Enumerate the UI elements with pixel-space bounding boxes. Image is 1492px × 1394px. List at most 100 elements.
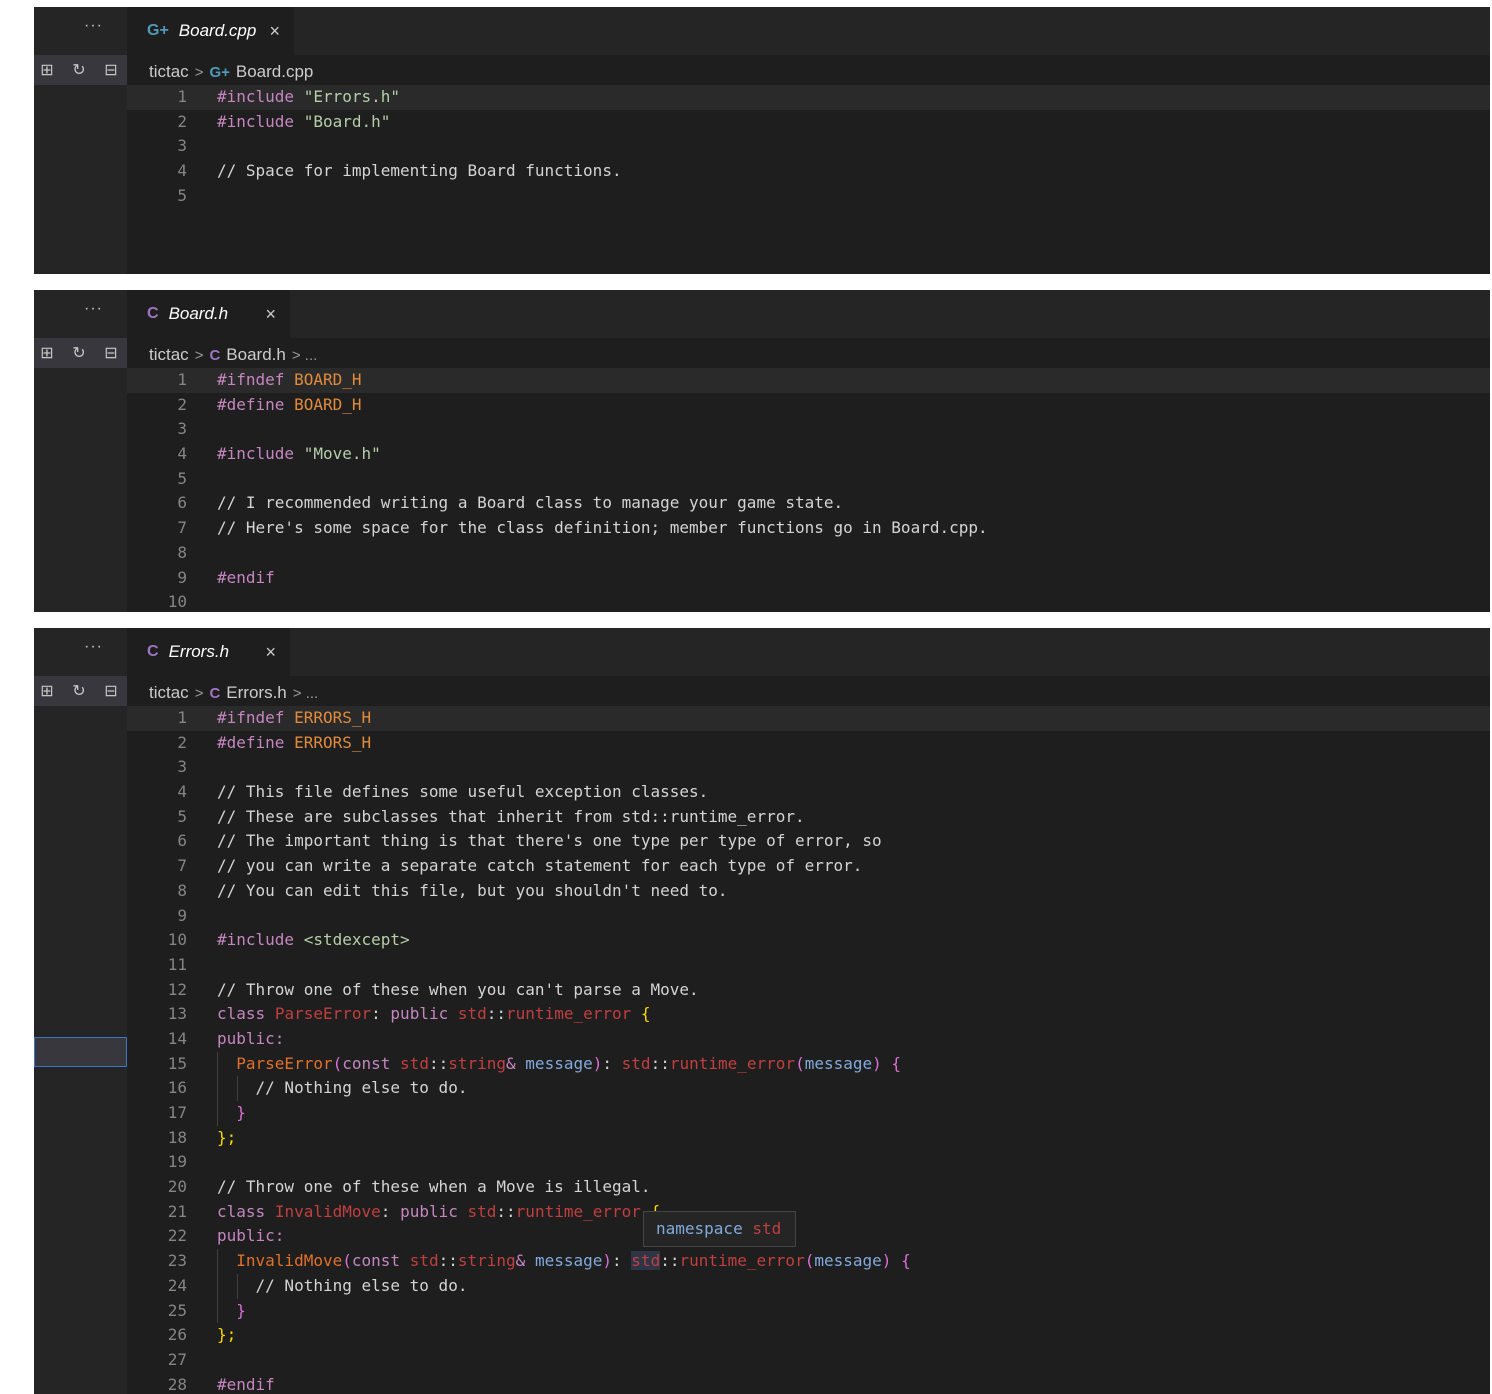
line-number: 14 xyxy=(167,1028,187,1048)
line-text: } xyxy=(217,1103,246,1122)
line-number: 16 xyxy=(167,1078,187,1098)
line-text: #define BOARD_H xyxy=(217,394,362,414)
line-text: class ParseError: public std::runtime_er… xyxy=(217,1004,651,1024)
tab-filename: Errors.h xyxy=(168,642,230,661)
line-text: // you can write a separate catch statem… xyxy=(217,856,863,876)
line-number: 19 xyxy=(167,1152,187,1172)
code-line: 14 public: xyxy=(127,1027,1490,1052)
collapse-icon[interactable]: ⊟ xyxy=(100,681,122,701)
c-header-file-icon: C xyxy=(147,305,159,322)
line-number: 1 xyxy=(177,87,187,106)
tab-board-cpp[interactable]: G+ Board.cpp × xyxy=(127,7,294,55)
code-line: 7 // you can write a separate catch state… xyxy=(127,854,1490,879)
code-line: 7 // Here's some space for the class defi… xyxy=(127,516,1490,541)
explorer-toolbar: ⊞ ↻ ⊟ xyxy=(34,55,127,85)
line-number: 4 xyxy=(177,444,187,464)
code-line: 23 InvalidMove(const std::string& messag… xyxy=(127,1249,1490,1274)
line-number: 23 xyxy=(167,1251,187,1271)
code-line: 21 class InvalidMove: public std::runtime… xyxy=(127,1200,1490,1225)
line-number: 7 xyxy=(177,518,187,538)
line-text: // Throw one of these when you can't par… xyxy=(217,979,699,999)
tab-errors-h[interactable]: C Errors.h × xyxy=(127,628,290,676)
collapse-icon[interactable]: ⊟ xyxy=(100,60,122,80)
line-text: InvalidMove(const std::string& message):… xyxy=(236,1251,911,1271)
new-folder-icon[interactable]: ⊞ xyxy=(36,681,58,701)
chevron-right-icon: > xyxy=(194,63,204,81)
code-editor[interactable]: 1 #ifndef ERRORS_H 2 #define ERRORS_H 3 4 /… xyxy=(127,706,1490,1394)
line-number: 10 xyxy=(167,930,187,950)
breadcrumb-more[interactable]: > ... xyxy=(293,685,318,702)
line-number: 9 xyxy=(177,905,187,925)
line-text: // Nothing else to do. xyxy=(217,1078,468,1098)
code-line: 4 // This file defines some useful except… xyxy=(127,780,1490,805)
code-line: 5 xyxy=(127,184,1490,209)
code-line: 1 #ifndef BOARD_H xyxy=(127,368,1490,393)
code-line: 16 // Nothing else to do. xyxy=(127,1076,1490,1101)
code-line: 9 xyxy=(127,904,1490,929)
line-number: 11 xyxy=(167,954,187,974)
code-line: 10 #include <stdexcept> xyxy=(127,928,1490,953)
line-number: 2 xyxy=(177,732,187,752)
line-number: 28 xyxy=(167,1374,187,1394)
line-text: // I recommended writing a Board class t… xyxy=(217,493,844,513)
code-line: 2 #define BOARD_H xyxy=(127,393,1490,418)
line-number: 6 xyxy=(177,831,187,851)
code-line: 4 #include "Move.h" xyxy=(127,442,1490,467)
editor-panel-board-h: ··· ⊞ ↻ ⊟ C Board.h × tictac > C Board.h… xyxy=(34,290,1490,612)
editor-panel-errors-h: ··· ⊞ ↻ ⊟ C Errors.h × tictac > C Errors… xyxy=(34,628,1490,1394)
refresh-icon[interactable]: ↻ xyxy=(68,681,90,701)
line-number: 9 xyxy=(177,567,187,587)
more-actions-button[interactable]: ··· xyxy=(84,638,103,656)
line-text: // Here's some space for the class defin… xyxy=(217,518,988,538)
line-text: #include "Move.h" xyxy=(217,444,381,464)
code-line: 3 xyxy=(127,134,1490,159)
breadcrumb-file[interactable]: Errors.h xyxy=(226,683,286,703)
breadcrumb: tictac > C Errors.h > ... xyxy=(127,680,318,706)
close-tab-icon[interactable]: × xyxy=(265,642,276,663)
refresh-icon[interactable]: ↻ xyxy=(68,60,90,80)
explorer-selected-item[interactable] xyxy=(34,1037,127,1067)
tab-filename: Board.h xyxy=(168,304,229,323)
line-number: 17 xyxy=(167,1103,187,1122)
line-text: class InvalidMove: public std::runtime_e… xyxy=(217,1201,660,1221)
new-folder-icon[interactable]: ⊞ xyxy=(36,343,58,363)
breadcrumb-more[interactable]: > ... xyxy=(292,347,317,364)
code-line: 18}; xyxy=(127,1126,1490,1151)
explorer-sidebar: ··· ⊞ ↻ ⊟ xyxy=(34,628,127,1394)
refresh-icon[interactable]: ↻ xyxy=(68,343,90,363)
code-editor[interactable]: 1 #include "Errors.h" 2 #include "Board.h"… xyxy=(127,85,1490,208)
breadcrumb-folder[interactable]: tictac xyxy=(149,62,189,82)
code-line: 6 // The important thing is that there's … xyxy=(127,829,1490,854)
line-text: // Throw one of these when a Move is ill… xyxy=(217,1177,651,1197)
line-number: 4 xyxy=(177,161,187,181)
breadcrumb-file[interactable]: Board.cpp xyxy=(236,62,314,82)
line-number: 3 xyxy=(177,136,187,156)
code-line: 8 xyxy=(127,541,1490,566)
line-number: 3 xyxy=(177,757,187,777)
close-tab-icon[interactable]: × xyxy=(265,304,276,325)
tooltip-keyword: namespace xyxy=(656,1219,743,1238)
c-header-file-icon: C xyxy=(209,684,221,702)
more-actions-button[interactable]: ··· xyxy=(84,17,103,35)
line-text: #define ERRORS_H xyxy=(217,732,372,752)
line-number: 6 xyxy=(177,493,187,513)
collapse-icon[interactable]: ⊟ xyxy=(100,343,122,363)
new-folder-icon[interactable]: ⊞ xyxy=(36,60,58,80)
more-actions-button[interactable]: ··· xyxy=(84,300,103,318)
explorer-sidebar: ··· ⊞ ↻ ⊟ xyxy=(34,290,127,612)
breadcrumb-file[interactable]: Board.h xyxy=(226,345,286,365)
code-editor[interactable]: 1 #ifndef BOARD_H 2 #define BOARD_H 3 4 #in… xyxy=(127,368,1490,612)
chevron-right-icon: > xyxy=(194,346,204,364)
breadcrumb-folder[interactable]: tictac xyxy=(149,345,189,365)
code-line: 3 xyxy=(127,417,1490,442)
line-text: // Nothing else to do. xyxy=(217,1275,468,1295)
line-number: 26 xyxy=(167,1325,187,1345)
tab-board-h[interactable]: C Board.h × xyxy=(127,290,290,338)
code-line: 27 xyxy=(127,1348,1490,1373)
close-tab-icon[interactable]: × xyxy=(269,21,280,42)
breadcrumb-folder[interactable]: tictac xyxy=(149,683,189,703)
line-text: #endif xyxy=(217,567,275,587)
line-text: #include "Errors.h" xyxy=(217,87,401,106)
line-number: 21 xyxy=(167,1201,187,1221)
line-text: // You can edit this file, but you shoul… xyxy=(217,880,728,900)
